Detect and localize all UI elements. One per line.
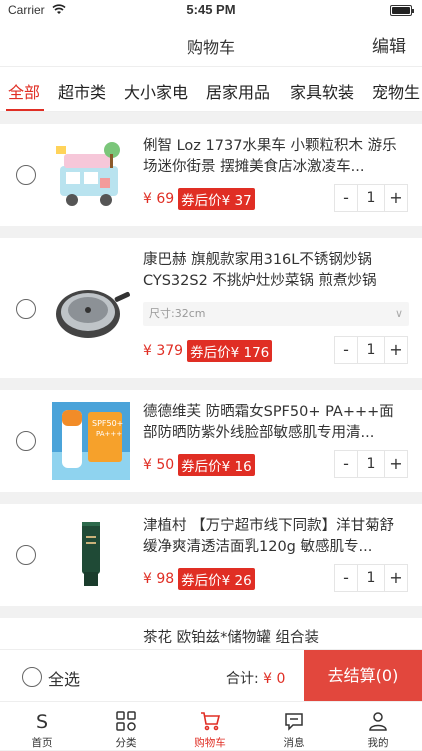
tabbar-item-messages[interactable]: 消息 bbox=[252, 702, 336, 751]
product-name[interactable]: 津植村 【万宁超市线下同款】洋甘菊舒缓净爽清透洁面乳120g 敏感肌专... bbox=[143, 516, 407, 558]
user-icon bbox=[336, 710, 420, 732]
coupon-price-badge: 券后价¥ 16 bbox=[178, 454, 255, 476]
total-value: ¥ 0 bbox=[263, 671, 286, 687]
product-name[interactable]: 俐智 Loz 1737水果车 小颗粒积木 游乐场迷你街景 摆摊美食店冰激凌车..… bbox=[143, 136, 407, 178]
product-name[interactable]: 康巴赫 旗舰款家用316L不锈钢炒锅CYS32S2 不挑炉灶炒菜锅 煎煮炒锅 bbox=[143, 250, 407, 292]
select-all-radio[interactable] bbox=[22, 667, 42, 687]
decrease-button[interactable]: - bbox=[335, 337, 357, 363]
increase-button[interactable]: + bbox=[385, 565, 407, 591]
tab-all[interactable]: 全部 bbox=[8, 79, 40, 103]
price-row: ¥ 98 券后价¥ 26 bbox=[143, 568, 255, 590]
tabbar-item-cart[interactable]: 购物车 bbox=[168, 702, 252, 751]
quantity-value[interactable]: 1 bbox=[357, 451, 385, 477]
select-all-label[interactable]: 全选 bbox=[48, 666, 80, 690]
cart-item: SPF50+ PA+++ 德德维芙 防晒霜女SPF50+ PA+++面部防晒防紫… bbox=[0, 390, 422, 492]
page-title: 购物车 bbox=[186, 38, 235, 57]
coupon-price-badge: 券后价¥ 37 bbox=[178, 188, 255, 210]
price: ¥ 50 bbox=[143, 457, 175, 473]
quantity-stepper: - 1 + bbox=[334, 450, 408, 478]
increase-button[interactable]: + bbox=[385, 337, 407, 363]
cart-item: 俐智 Loz 1737水果车 小颗粒积木 游乐场迷你街景 摆摊美食店冰激凌车..… bbox=[0, 124, 422, 226]
total-label: 合计: bbox=[226, 671, 264, 687]
spec-selector[interactable]: 尺寸:32cm ∨ bbox=[143, 302, 409, 326]
quantity-value[interactable]: 1 bbox=[357, 565, 385, 591]
checkout-bar: 全选 合计: ¥ 0 去结算(0) bbox=[0, 649, 422, 702]
item-select-radio[interactable] bbox=[16, 165, 36, 185]
tab-furniture[interactable]: 家具软装 bbox=[290, 79, 354, 103]
quantity-value[interactable]: 1 bbox=[357, 185, 385, 211]
product-name[interactable]: 茶花 欧铂兹*储物罐 组合装 bbox=[143, 628, 407, 649]
cart-item: 康巴赫 旗舰款家用316L不锈钢炒锅CYS32S2 不挑炉灶炒菜锅 煎煮炒锅 尺… bbox=[0, 238, 422, 378]
price-row: ¥ 379 券后价¥ 176 bbox=[143, 340, 273, 362]
price-row: ¥ 50 券后价¥ 16 bbox=[143, 454, 255, 476]
tabbar-item-category[interactable]: 分类 bbox=[84, 702, 168, 751]
tabbar-label: 我的 bbox=[367, 737, 389, 749]
chevron-down-icon: ∨ bbox=[394, 307, 403, 320]
product-image[interactable] bbox=[52, 516, 130, 594]
spec-label: 尺寸:32cm bbox=[149, 307, 206, 320]
coupon-price-badge: 券后价¥ 26 bbox=[178, 568, 255, 590]
item-select-radio[interactable] bbox=[16, 299, 36, 319]
edit-button[interactable]: 编辑 bbox=[372, 32, 406, 57]
product-image[interactable] bbox=[52, 270, 130, 348]
increase-button[interactable]: + bbox=[385, 451, 407, 477]
checkout-button[interactable]: 去结算(0) bbox=[304, 650, 422, 702]
price: ¥ 379 bbox=[143, 343, 184, 359]
tab-appliances[interactable]: 大小家电 bbox=[124, 79, 188, 103]
tabbar-label: 首页 bbox=[31, 737, 53, 749]
price-row: ¥ 69 券后价¥ 37 bbox=[143, 188, 255, 210]
product-image[interactable]: SPF50+ PA+++ bbox=[52, 402, 130, 480]
cart-item: 津植村 【万宁超市线下同款】洋甘菊舒缓净爽清透洁面乳120g 敏感肌专... ¥… bbox=[0, 504, 422, 606]
svg-text:SPF50+: SPF50+ bbox=[92, 419, 123, 428]
quantity-stepper: - 1 + bbox=[334, 184, 408, 212]
increase-button[interactable]: + bbox=[385, 185, 407, 211]
category-tabs: 全部 超市类 大小家电 居家用品 家具软装 宠物生 bbox=[0, 66, 422, 112]
decrease-button[interactable]: - bbox=[335, 185, 357, 211]
nav-bar: 购物车 编辑 bbox=[0, 22, 422, 66]
coupon-price-badge: 券后价¥ 176 bbox=[187, 340, 273, 362]
tabbar-label: 消息 bbox=[283, 737, 305, 749]
grid-icon bbox=[84, 710, 168, 732]
quantity-value[interactable]: 1 bbox=[357, 337, 385, 363]
cart-item: 茶花 欧铂兹*储物罐 组合装 bbox=[0, 618, 422, 649]
clock: 5:45 PM bbox=[186, 2, 236, 17]
quantity-stepper: - 1 + bbox=[334, 564, 408, 592]
quantity-stepper: - 1 + bbox=[334, 336, 408, 364]
product-image[interactable] bbox=[52, 136, 130, 214]
total-summary: 合计: ¥ 0 bbox=[226, 668, 285, 688]
item-select-radio[interactable] bbox=[16, 545, 36, 565]
active-tab-indicator bbox=[6, 109, 44, 111]
decrease-button[interactable]: - bbox=[335, 451, 357, 477]
product-name[interactable]: 德德维芙 防晒霜女SPF50+ PA+++面部防晒防紫外线脸部敏感肌专用清... bbox=[143, 402, 407, 444]
tabbar-label: 购物车 bbox=[194, 737, 226, 749]
price: ¥ 69 bbox=[143, 191, 175, 207]
tab-household[interactable]: 居家用品 bbox=[206, 79, 270, 103]
battery-icon bbox=[390, 5, 414, 16]
status-bar: Carrier 5:45 PM bbox=[0, 0, 422, 22]
home-s-icon: S bbox=[0, 710, 84, 732]
svg-text:PA+++: PA+++ bbox=[96, 430, 122, 438]
tabbar-item-home[interactable]: S 首页 bbox=[0, 702, 84, 751]
message-icon bbox=[252, 710, 336, 732]
tab-pets[interactable]: 宠物生 bbox=[372, 79, 420, 103]
item-select-radio[interactable] bbox=[16, 431, 36, 451]
tabbar-label: 分类 bbox=[115, 737, 137, 749]
tabbar-item-profile[interactable]: 我的 bbox=[336, 702, 420, 751]
decrease-button[interactable]: - bbox=[335, 565, 357, 591]
svg-text:S: S bbox=[36, 711, 48, 732]
tab-supermarket[interactable]: 超市类 bbox=[58, 79, 106, 103]
price: ¥ 98 bbox=[143, 571, 175, 587]
cart-icon bbox=[168, 710, 252, 732]
tab-bar: S 首页 分类 购物车 消息 我的 bbox=[0, 701, 422, 750]
